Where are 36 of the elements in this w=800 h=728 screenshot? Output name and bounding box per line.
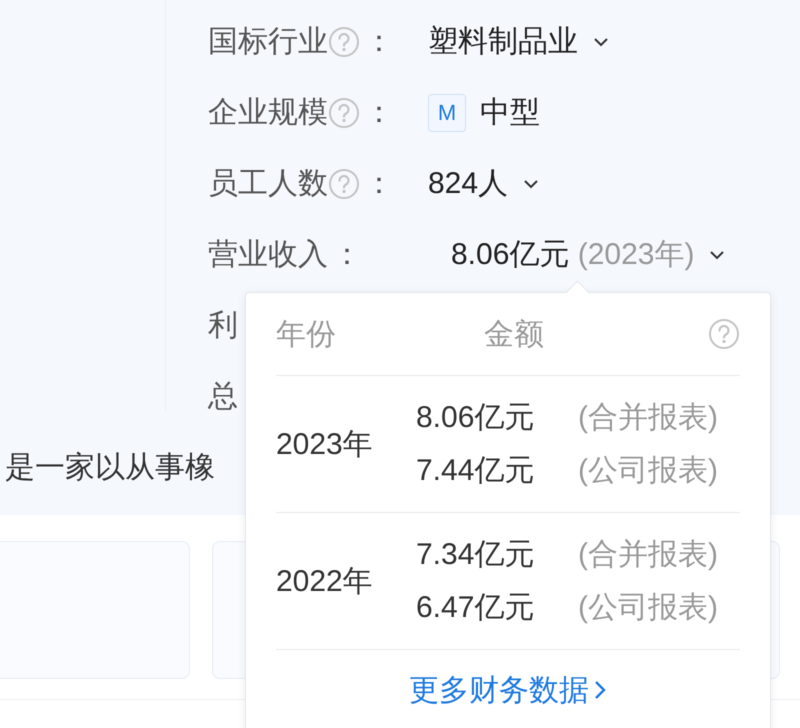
column-header: 年份 <box>276 316 337 352</box>
size-badge: M <box>428 94 466 132</box>
help-icon[interactable] <box>708 318 740 350</box>
field-label: 国标行业 <box>208 24 328 60</box>
field-value: 824人 <box>428 166 508 202</box>
colon: ： <box>364 166 394 202</box>
field-value: 塑料制品业 <box>428 24 578 60</box>
help-icon[interactable] <box>328 96 360 128</box>
amount-cell-text: 7.44亿元 <box>416 453 536 489</box>
column-header: 金额 <box>484 316 545 352</box>
field-label: 企业规模 <box>208 95 328 131</box>
year-cell-text: 2022年 <box>276 564 374 600</box>
amount-cell-text: 6.47亿元 <box>416 590 536 626</box>
chevron-down-icon[interactable] <box>522 178 540 190</box>
colon: ： <box>364 95 394 131</box>
help-icon[interactable] <box>328 26 360 58</box>
amount-cell-text: 8.06亿元 <box>416 400 536 436</box>
colon: ： <box>364 24 394 60</box>
help-icon[interactable] <box>328 168 360 200</box>
field-label: 利 <box>208 308 238 344</box>
company-description: 是一家以从事橡 <box>5 450 215 486</box>
colon: ： <box>332 237 362 273</box>
report-type: (公司报表) <box>578 590 718 626</box>
report-type: (公司报表) <box>578 453 718 489</box>
field-label: 营业收入 <box>208 237 328 273</box>
report-type: (合并报表) <box>578 537 718 573</box>
chevron-down-icon[interactable] <box>592 36 610 48</box>
field-label: 总 <box>208 379 238 415</box>
year-cell-text: 2023年 <box>276 426 374 462</box>
report-type: (合并报表) <box>578 400 718 436</box>
field-value: 中型 <box>480 95 540 131</box>
more-financial-data-link[interactable]: 更多财务数据 <box>409 670 607 710</box>
field-value: 8.06亿元 (2023年) <box>451 237 694 273</box>
amount-cell-text: 7.34亿元 <box>416 537 536 573</box>
chevron-down-icon[interactable] <box>708 248 726 260</box>
field-label: 员工人数 <box>208 166 328 202</box>
